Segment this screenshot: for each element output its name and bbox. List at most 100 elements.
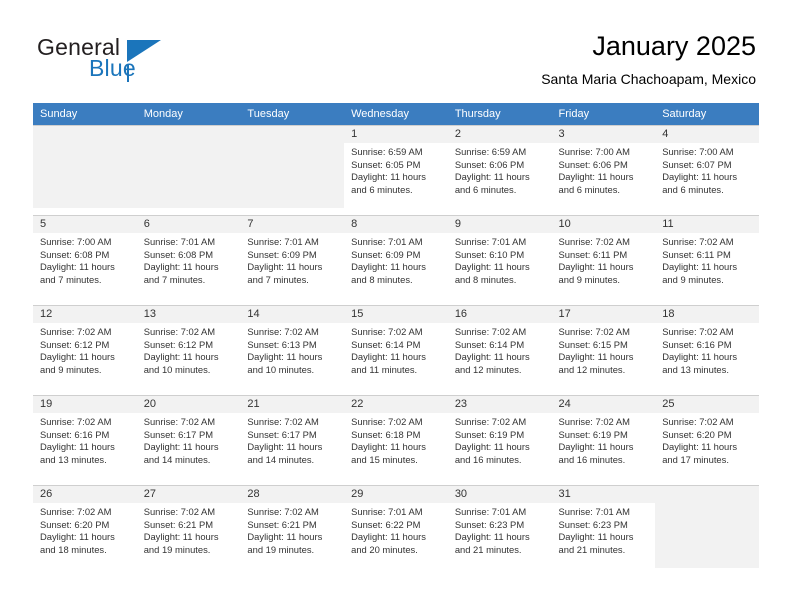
day-details: Sunrise: 7:00 AM Sunset: 6:07 PM Daylight:… <box>655 143 759 196</box>
day-cell[interactable]: 19 Sunrise: 7:02 AM Sunset: 6:16 PM Dayligh… <box>33 395 137 478</box>
daylight-text-line2: and 14 minutes. <box>143 453 211 465</box>
sunset-text: Sunset: 6:23 PM <box>454 518 525 530</box>
daylight-text-line1: Daylight: 11 hours <box>40 261 115 273</box>
daylight-text-line2: and 8 minutes. <box>351 273 413 285</box>
day-number: 30 <box>447 486 552 503</box>
week-row-separator <box>33 298 759 305</box>
calendar-cell: 8 Sunrise: 7:01 AM Sunset: 6:09 PM Daylight… <box>344 215 448 298</box>
daylight-text-line1: Daylight: 11 hours <box>143 261 219 273</box>
day-cell[interactable]: 5 Sunrise: 7:00 AM Sunset: 6:08 PM Daylight… <box>33 215 137 298</box>
day-number: 22 <box>344 396 448 413</box>
sunset-text: Sunset: 6:12 PM <box>40 338 110 350</box>
day-number: 24 <box>551 396 656 413</box>
day-number: 31 <box>551 486 656 503</box>
sunrise-text: Sunrise: 7:02 AM <box>247 416 319 427</box>
day-cell[interactable]: 28 Sunrise: 7:02 AM Sunset: 6:21 PM Dayligh… <box>240 485 345 568</box>
day-details: Sunrise: 7:02 AM Sunset: 6:16 PM Daylight:… <box>655 323 759 376</box>
week-row-separator-cell <box>551 478 656 485</box>
calendar-cell: 19 Sunrise: 7:02 AM Sunset: 6:16 PM Dayligh… <box>33 395 137 478</box>
generalblue-logo[interactable]: General Blue <box>33 34 213 84</box>
daylight-text-line1: Daylight: 11 hours <box>247 351 323 363</box>
sunrise-text: Sunrise: 7:02 AM <box>40 416 112 427</box>
day-number: 20 <box>136 396 241 413</box>
daylight-text-line2: and 15 minutes. <box>351 453 418 465</box>
daylight-text-line1: Daylight: 11 hours <box>662 441 738 453</box>
day-cell[interactable]: 22 Sunrise: 7:02 AM Sunset: 6:18 PM Dayligh… <box>344 395 448 478</box>
day-details: Sunrise: 7:02 AM Sunset: 6:17 PM Daylight:… <box>240 413 344 466</box>
sunset-text: Sunset: 6:06 PM <box>454 158 525 170</box>
day-cell[interactable]: 25 Sunrise: 7:02 AM Sunset: 6:20 PM Dayligh… <box>655 395 759 478</box>
day-cell[interactable]: 9 Sunrise: 7:01 AM Sunset: 6:10 PM Daylight… <box>447 215 552 298</box>
page-subtitle: Santa Maria Chachoapam, Mexico <box>541 71 756 87</box>
day-cell[interactable]: 11 Sunrise: 7:02 AM Sunset: 6:11 PM Dayligh… <box>655 215 759 298</box>
day-cell[interactable]: 31 Sunrise: 7:01 AM Sunset: 6:23 PM Dayligh… <box>551 485 656 568</box>
week-row-separator-cell <box>136 478 241 485</box>
calendar-cell: 1 Sunrise: 6:59 AM Sunset: 6:05 PM Daylight… <box>344 125 448 208</box>
day-cell[interactable]: 26 Sunrise: 7:02 AM Sunset: 6:20 PM Dayligh… <box>33 485 137 568</box>
sunrise-text: Sunrise: 7:02 AM <box>143 506 216 517</box>
calendar-cell <box>240 125 345 208</box>
day-cell[interactable]: 24 Sunrise: 7:02 AM Sunset: 6:19 PM Dayligh… <box>551 395 656 478</box>
sunset-text: Sunset: 6:11 PM <box>662 248 731 260</box>
sunrise-text: Sunrise: 7:02 AM <box>40 326 112 337</box>
sunset-text: Sunset: 6:22 PM <box>351 518 421 530</box>
daylight-text-line2: and 9 minutes. <box>558 273 621 285</box>
day-cell[interactable]: 2 Sunrise: 6:59 AM Sunset: 6:06 PM Daylight… <box>447 125 552 208</box>
calendar-page: General Blue January 2025 Santa Maria Ch… <box>0 0 792 612</box>
day-cell[interactable]: 18 Sunrise: 7:02 AM Sunset: 6:16 PM Dayligh… <box>655 305 759 388</box>
sunrise-text: Sunrise: 7:02 AM <box>351 416 423 427</box>
sunset-text: Sunset: 6:14 PM <box>454 338 525 350</box>
day-cell[interactable]: 3 Sunrise: 7:00 AM Sunset: 6:06 PM Daylight… <box>551 125 656 208</box>
week-row-separator-cell <box>447 478 552 485</box>
sunset-text: Sunset: 6:08 PM <box>143 248 214 260</box>
day-cell[interactable]: 21 Sunrise: 7:02 AM Sunset: 6:17 PM Dayligh… <box>240 395 345 478</box>
sunrise-text: Sunrise: 7:01 AM <box>247 236 319 247</box>
sunset-text: Sunset: 6:05 PM <box>351 158 421 170</box>
week-row-separator-cell <box>240 298 345 305</box>
week-row-separator-cell <box>551 208 656 215</box>
daylight-text-line1: Daylight: 11 hours <box>558 351 634 363</box>
sunrise-text: Sunrise: 7:01 AM <box>143 236 216 247</box>
weekday-header-monday: Monday <box>136 103 241 125</box>
day-cell[interactable]: 15 Sunrise: 7:02 AM Sunset: 6:14 PM Dayligh… <box>344 305 448 388</box>
sunset-text: Sunset: 6:07 PM <box>662 158 732 170</box>
day-cell[interactable]: 17 Sunrise: 7:02 AM Sunset: 6:15 PM Dayligh… <box>551 305 656 388</box>
calendar-week-row: 5 Sunrise: 7:00 AM Sunset: 6:08 PM Daylight… <box>33 215 759 298</box>
weekday-header-thursday: Thursday <box>447 103 552 125</box>
calendar-cell: 31 Sunrise: 7:01 AM Sunset: 6:23 PM Dayligh… <box>551 485 656 568</box>
title-block: January 2025 Santa Maria Chachoapam, Mex… <box>541 30 756 89</box>
week-row-separator <box>33 208 759 215</box>
day-details: Sunrise: 7:02 AM Sunset: 6:15 PM Daylight:… <box>552 323 656 376</box>
day-cell[interactable]: 30 Sunrise: 7:01 AM Sunset: 6:23 PM Dayligh… <box>447 485 552 568</box>
daylight-text-line1: Daylight: 11 hours <box>351 441 426 453</box>
sunrise-text: Sunrise: 7:02 AM <box>247 326 319 337</box>
day-cell[interactable]: 20 Sunrise: 7:02 AM Sunset: 6:17 PM Dayligh… <box>136 395 241 478</box>
day-cell[interactable]: 14 Sunrise: 7:02 AM Sunset: 6:13 PM Dayligh… <box>240 305 345 388</box>
calendar-header-row: Sunday Monday Tuesday Wednesday Thursday… <box>33 103 759 125</box>
day-cell[interactable]: 27 Sunrise: 7:02 AM Sunset: 6:21 PM Dayligh… <box>136 485 241 568</box>
day-cell[interactable]: 29 Sunrise: 7:01 AM Sunset: 6:22 PM Dayligh… <box>344 485 448 568</box>
day-number: 29 <box>344 486 448 503</box>
sunrise-text: Sunrise: 7:02 AM <box>454 326 527 337</box>
week-row-separator-cell <box>344 208 448 215</box>
day-cell[interactable]: 8 Sunrise: 7:01 AM Sunset: 6:09 PM Daylight… <box>344 215 448 298</box>
sunset-text: Sunset: 6:09 PM <box>351 248 421 260</box>
sunrise-text: Sunrise: 7:02 AM <box>40 506 112 517</box>
daylight-text-line2: and 16 minutes. <box>558 453 626 465</box>
day-cell[interactable]: 13 Sunrise: 7:02 AM Sunset: 6:12 PM Dayligh… <box>136 305 241 388</box>
day-cell[interactable]: 23 Sunrise: 7:02 AM Sunset: 6:19 PM Dayligh… <box>447 395 552 478</box>
daylight-text-line1: Daylight: 11 hours <box>351 171 426 183</box>
day-cell[interactable]: 10 Sunrise: 7:02 AM Sunset: 6:11 PM Dayligh… <box>551 215 656 298</box>
day-cell[interactable]: 4 Sunrise: 7:00 AM Sunset: 6:07 PM Daylight… <box>655 125 759 208</box>
day-cell[interactable]: 7 Sunrise: 7:01 AM Sunset: 6:09 PM Daylight… <box>240 215 345 298</box>
sunset-text: Sunset: 6:10 PM <box>454 248 525 260</box>
day-cell[interactable]: 1 Sunrise: 6:59 AM Sunset: 6:05 PM Daylight… <box>344 125 448 208</box>
daylight-text-line1: Daylight: 11 hours <box>454 351 530 363</box>
day-cell[interactable]: 16 Sunrise: 7:02 AM Sunset: 6:14 PM Dayligh… <box>447 305 552 388</box>
day-number: 6 <box>136 216 241 233</box>
calendar-table: Sunday Monday Tuesday Wednesday Thursday… <box>33 103 759 568</box>
sunset-text: Sunset: 6:23 PM <box>558 518 628 530</box>
day-cell[interactable]: 12 Sunrise: 7:02 AM Sunset: 6:12 PM Dayligh… <box>33 305 137 388</box>
week-row-separator-cell <box>240 478 345 485</box>
day-cell[interactable]: 6 Sunrise: 7:01 AM Sunset: 6:08 PM Daylight… <box>136 215 241 298</box>
